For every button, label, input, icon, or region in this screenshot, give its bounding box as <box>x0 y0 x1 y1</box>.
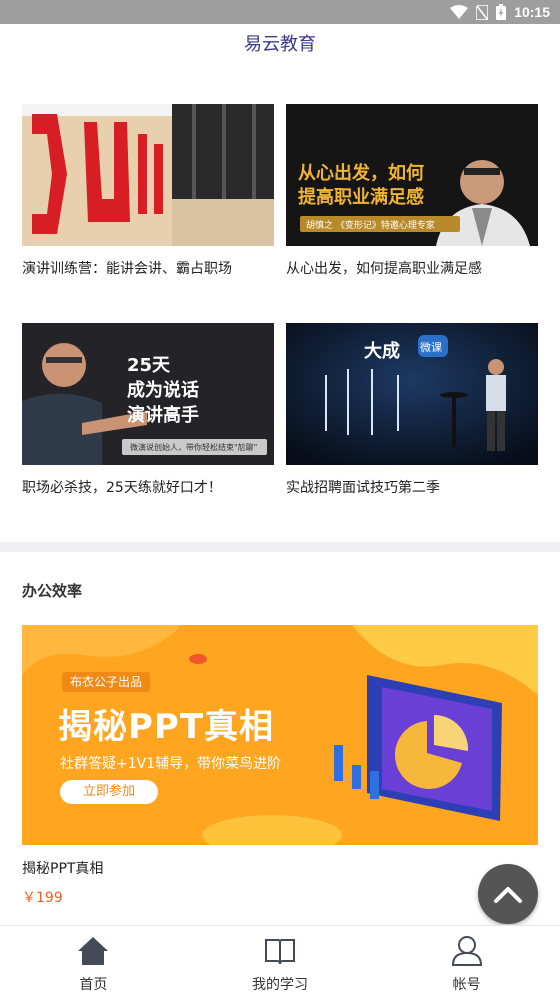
course-card[interactable]: 演讲训练营：能讲会讲、霸占职场 <box>22 104 274 278</box>
course-thumbnail <box>22 104 274 246</box>
featured-course-price: ￥199 <box>22 890 63 906</box>
course-card[interactable]: 从心出发，如何 提高职业满足感 胡慎之 《变形记》特邀心理专家 从心出发，如何提… <box>286 104 538 278</box>
thumbnail-headline: 演讲高手 <box>127 405 199 426</box>
banner-join-button[interactable]: 立即参加 <box>60 780 158 804</box>
scroll-to-top-button[interactable] <box>478 864 538 924</box>
thumbnail-headline: 成为说话 <box>127 380 199 401</box>
course-card[interactable]: 大成 微课 实战招聘面试技巧第二季 <box>286 323 538 497</box>
course-title: 实战招聘面试技巧第二季 <box>286 480 440 496</box>
banner-tag: 布衣公子出品 <box>62 672 151 692</box>
user-icon <box>450 934 484 968</box>
section-title: 办公效率 <box>22 582 83 600</box>
app-title: 易云教育 <box>244 34 316 55</box>
thumbnail-headline: 从心出发，如何 <box>298 163 424 184</box>
course-title: 演讲训练营：能讲会讲、霸占职场 <box>22 261 232 277</box>
battery-icon <box>496 4 507 20</box>
course-title: 职场必杀技，25天练就好口才！ <box>22 480 222 496</box>
thumbnail-caption: 微演说创始人，带你轻松结束"尬聊" <box>130 443 258 452</box>
status-bar: 10:15 <box>0 0 560 24</box>
featured-course-title[interactable]: 揭秘PPT真相 <box>22 858 103 878</box>
nav-label: 帐号 <box>452 977 481 993</box>
thumbnail-caption: 胡慎之 《变形记》特邀心理专家 <box>306 221 435 231</box>
thumbnail-logo: 大成 <box>364 341 400 362</box>
nav-label: 首页 <box>79 977 108 993</box>
featured-banner[interactable]: 布衣公子出品 揭秘PPT真相 社群答疑+1V1辅导，带你菜鸟进阶 立即参加 <box>22 625 538 845</box>
course-thumbnail: 大成 微课 <box>286 323 538 465</box>
banner-subtitle: 社群答疑+1V1辅导，带你菜鸟进阶 <box>60 756 282 772</box>
no-sim-icon <box>476 4 489 20</box>
thumbnail-logo-tag: 微课 <box>420 341 442 354</box>
course-card[interactable]: 25天 成为说话 演讲高手 微演说创始人，带你轻松结束"尬聊" 职场必杀技，25… <box>22 323 274 497</box>
chevron-up-icon <box>494 887 522 903</box>
section-divider <box>0 542 560 552</box>
wifi-icon <box>450 5 469 19</box>
nav-item-account[interactable]: 帐号 <box>373 926 560 998</box>
course-thumbnail: 从心出发，如何 提高职业满足感 胡慎之 《变形记》特邀心理专家 <box>286 104 538 246</box>
nav-label: 我的学习 <box>252 977 308 993</box>
course-thumbnail: 25天 成为说话 演讲高手 微演说创始人，带你轻松结束"尬聊" <box>22 323 274 465</box>
status-time: 10:15 <box>514 4 550 20</box>
thumbnail-headline: 25天 <box>127 355 171 376</box>
home-icon <box>76 934 110 968</box>
banner-headline: 揭秘PPT真相 <box>58 707 275 747</box>
thumbnail-headline: 提高职业满足感 <box>298 187 424 208</box>
book-icon <box>263 934 297 968</box>
course-title: 从心出发，如何提高职业满足感 <box>286 261 482 277</box>
bottom-navigation: 首页 我的学习 帐号 <box>0 925 560 998</box>
nav-item-my-learning[interactable]: 我的学习 <box>187 926 374 998</box>
nav-item-home[interactable]: 首页 <box>0 926 187 998</box>
